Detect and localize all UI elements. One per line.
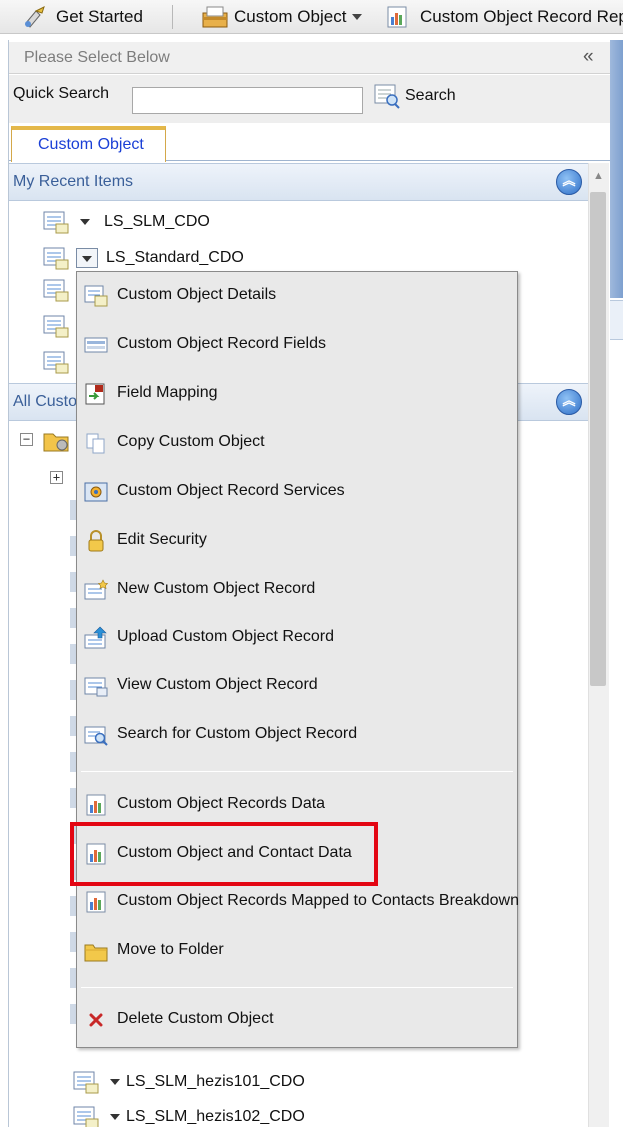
menu-item-label: Custom Object Record Fields xyxy=(117,335,326,352)
collapse-section-icon[interactable]: ︽ xyxy=(556,169,582,195)
custom-object-record-icon xyxy=(73,1106,99,1127)
menu-item-view-record[interactable]: View Custom Object Record xyxy=(77,666,517,706)
menu-item-new-record[interactable]: New Custom Object Record xyxy=(77,570,517,610)
custom-object-record-icon xyxy=(43,315,69,338)
all-custom-objects-title: All Custo xyxy=(13,393,78,410)
item-menu-dropdown-button[interactable] xyxy=(76,248,98,268)
menu-item-label: View Custom Object Record xyxy=(117,676,318,693)
report-icon xyxy=(86,794,106,816)
recent-items-title: My Recent Items xyxy=(13,173,134,190)
menu-item-label: Custom Object Records Mapped to Contacts… xyxy=(117,892,519,909)
custom-object-record-icon xyxy=(43,279,69,302)
get-started-button[interactable]: Get Started xyxy=(22,4,143,30)
chevron-down-icon[interactable] xyxy=(80,219,90,225)
menu-item-label: Upload Custom Object Record xyxy=(117,628,334,645)
adjacent-pane-header xyxy=(610,40,623,298)
services-icon xyxy=(84,482,108,502)
menu-item-label: Search for Custom Object Record xyxy=(117,725,358,742)
report-icon xyxy=(86,891,106,913)
custom-object-label: Custom Object xyxy=(234,7,347,26)
menu-item-label: Edit Security xyxy=(117,531,207,548)
menu-item-mapped-contacts-breakdown-report[interactable]: Custom Object Records Mapped to Contacts… xyxy=(77,882,519,922)
root-folder-icon xyxy=(43,433,69,452)
new-record-icon xyxy=(84,579,109,600)
menu-item-label: Copy Custom Object xyxy=(117,433,265,450)
quick-search-label: Quick Search xyxy=(13,85,110,102)
search-record-icon xyxy=(84,726,108,746)
tab-custom-object[interactable]: Custom Object xyxy=(11,126,166,162)
menu-item-label: New Custom Object Record xyxy=(117,580,316,597)
recent-item-label: LS_Standard_CDO xyxy=(106,249,244,266)
chevron-down-icon[interactable] xyxy=(110,1114,120,1120)
tree-item[interactable]: LS_SLM_hezis102_CDO xyxy=(72,1103,305,1127)
custom-object-record-reports-label: Custom Object Record Repo xyxy=(420,7,623,26)
view-record-icon xyxy=(84,677,108,697)
custom-object-record-reports-button[interactable]: Custom Object Record Repo xyxy=(386,4,623,30)
lock-icon xyxy=(88,530,104,552)
menu-item-move-to-folder[interactable]: Move to Folder xyxy=(77,931,517,971)
upload-icon xyxy=(84,626,107,649)
menu-item-label: Move to Folder xyxy=(117,941,224,958)
menu-item-records-data-report[interactable]: Custom Object Records Data xyxy=(77,785,517,825)
tree-item-label: LS_SLM_hezis102_CDO xyxy=(126,1108,305,1125)
quick-search-input[interactable] xyxy=(132,87,363,114)
toolbar-divider xyxy=(172,5,173,29)
delete-icon xyxy=(89,1013,103,1027)
menu-item-field-mapping[interactable]: Field Mapping xyxy=(77,374,517,414)
custom-object-icon xyxy=(202,6,228,28)
menu-item-label: Custom Object Details xyxy=(117,286,277,303)
custom-object-record-icon xyxy=(73,1071,99,1094)
menu-item-copy-custom-object[interactable]: Copy Custom Object xyxy=(77,423,517,463)
tree-item-label: LS_SLM_hezis101_CDO xyxy=(126,1073,305,1090)
panel-title: Please Select Below xyxy=(24,49,170,66)
tree-item[interactable]: LS_SLM_hezis101_CDO xyxy=(72,1068,305,1096)
recent-item[interactable]: LS_SLM_CDO xyxy=(42,208,210,236)
chevron-down-icon[interactable] xyxy=(110,1079,120,1085)
menu-item-label: Delete Custom Object xyxy=(117,1010,274,1027)
collapse-tree-icon[interactable]: − xyxy=(20,433,33,446)
menu-item-record-fields[interactable]: Custom Object Record Fields xyxy=(77,325,517,365)
recent-items-header[interactable]: My Recent Items ︽ xyxy=(9,163,588,201)
highlight-annotation xyxy=(70,822,378,886)
menu-item-delete-custom-object[interactable]: Delete Custom Object xyxy=(77,1000,517,1040)
record-detail-icon xyxy=(84,285,108,307)
menu-item-label: Field Mapping xyxy=(117,384,218,401)
custom-object-record-icon xyxy=(43,211,69,234)
get-started-label: Get Started xyxy=(56,7,143,26)
custom-object-menu-button[interactable]: Custom Object xyxy=(200,4,363,30)
fields-icon xyxy=(84,337,108,353)
custom-object-record-icon xyxy=(43,351,69,374)
report-icon xyxy=(387,6,407,28)
recent-item[interactable]: LS_Standard_CDO xyxy=(42,244,244,272)
menu-divider xyxy=(81,987,513,988)
search-button[interactable]: Search xyxy=(373,83,456,109)
scroll-up-icon[interactable]: ▲ xyxy=(588,164,609,188)
menu-item-label: Custom Object Records Data xyxy=(117,795,326,812)
menu-divider xyxy=(81,771,513,772)
context-menu: Custom Object Details Custom Object Reco… xyxy=(76,271,519,1048)
menu-item-record-services[interactable]: Custom Object Record Services xyxy=(77,472,517,512)
chevron-down-icon xyxy=(352,14,363,20)
menu-item-label: Custom Object Record Services xyxy=(117,482,345,499)
menu-item-search-record[interactable]: Search for Custom Object Record xyxy=(77,715,517,755)
copy-icon xyxy=(86,433,105,454)
collapse-panel-icon[interactable]: « xyxy=(583,46,593,68)
tab-custom-object-label: Custom Object xyxy=(38,136,144,153)
get-started-icon xyxy=(25,6,45,28)
recent-item-label: LS_SLM_CDO xyxy=(104,213,210,230)
custom-object-record-icon xyxy=(43,247,69,270)
adjacent-pane-row xyxy=(610,300,623,340)
top-toolbar: Get Started Custom Object Custom Object … xyxy=(0,0,623,34)
folder-icon xyxy=(84,944,108,962)
menu-item-custom-object-details[interactable]: Custom Object Details xyxy=(77,276,517,316)
collapse-section-icon[interactable]: ︽ xyxy=(556,389,582,415)
expand-tree-icon[interactable]: + xyxy=(50,471,63,484)
field-mapping-icon xyxy=(85,383,105,405)
search-icon xyxy=(374,84,400,109)
scrollbar-thumb[interactable] xyxy=(590,192,606,686)
search-button-label: Search xyxy=(405,87,456,104)
menu-item-upload-record[interactable]: Upload Custom Object Record xyxy=(77,618,517,658)
menu-item-edit-security[interactable]: Edit Security xyxy=(77,521,517,561)
panel-header: Please Select Below « xyxy=(9,42,610,74)
